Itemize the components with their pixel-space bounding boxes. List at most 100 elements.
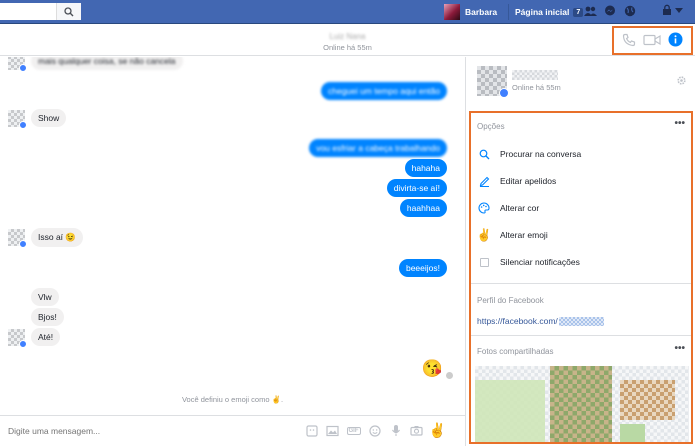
profile-url: https://facebook.com/ — [477, 316, 558, 326]
search-icon — [477, 147, 491, 161]
shared-photo[interactable] — [620, 380, 675, 420]
shared-photo[interactable] — [550, 366, 612, 442]
option-change-color[interactable]: Alterar cor — [477, 201, 539, 215]
profile-url-blurred — [558, 316, 604, 326]
lock-icon[interactable] — [662, 4, 672, 17]
smiley-icon — [368, 424, 381, 437]
sticker-icon — [305, 424, 318, 437]
search-icon — [64, 6, 74, 16]
globe-icon[interactable] — [623, 3, 637, 19]
message-emoji: 😘 — [421, 359, 443, 378]
home-link[interactable]: Página inicial 7 — [508, 4, 584, 20]
message-input[interactable] — [8, 426, 248, 436]
header-actions-highlight — [612, 26, 693, 55]
contact-name-blurred — [512, 70, 558, 80]
message-incoming: Show — [31, 109, 67, 127]
option-label: Editar apelidos — [500, 176, 557, 186]
phone-icon — [622, 33, 635, 46]
avatar — [8, 57, 27, 72]
settings-button[interactable] — [676, 75, 687, 88]
friend-requests-icon[interactable] — [583, 3, 597, 19]
message-outgoing: haahhaa — [399, 199, 447, 217]
video-call-button[interactable] — [643, 34, 661, 48]
list-item: beeeijos! — [398, 259, 447, 277]
list-item: mais qualquer coisa, se não cancela — [8, 57, 183, 72]
video-camera-icon — [643, 34, 661, 45]
message-outgoing: divirta-se aí! — [386, 179, 447, 197]
composer: GIF ✌ — [0, 415, 465, 446]
image-button[interactable] — [326, 423, 339, 438]
contact-status: Online há 55m — [323, 43, 372, 52]
list-item: Até! — [8, 328, 61, 348]
list-item: Vlw — [31, 288, 59, 306]
option-mute-notifications[interactable]: Silenciar notificações — [477, 255, 580, 269]
pencil-icon — [477, 174, 491, 188]
system-note: Você definiu o emoji como ✌️. — [181, 395, 284, 404]
search-box[interactable] — [0, 3, 81, 20]
gif-icon: GIF — [346, 426, 361, 435]
option-label: Silenciar notificações — [500, 257, 580, 267]
phone-call-button[interactable] — [622, 33, 636, 49]
gear-icon — [677, 76, 686, 85]
facebook-top-bar: Barbara Página inicial 7 — [0, 0, 695, 24]
sticker-button[interactable] — [305, 423, 318, 438]
photos-section-title: Fotos compartilhadas — [477, 347, 554, 356]
checkbox-icon[interactable] — [477, 255, 491, 269]
microphone-icon — [391, 425, 400, 436]
shared-photo[interactable] — [475, 380, 545, 442]
search-button[interactable] — [56, 3, 81, 20]
voice-button[interactable] — [389, 423, 402, 438]
profile-section-title: Perfil do Facebook — [477, 296, 544, 305]
message-outgoing: beeeijos! — [398, 259, 447, 277]
shared-photo[interactable] — [620, 424, 645, 442]
message-incoming: mais qualquer coisa, se não cancela — [31, 57, 183, 70]
option-search-conversation[interactable]: Procurar na conversa — [477, 147, 581, 161]
shared-photos-grid[interactable] — [475, 366, 689, 442]
list-item: haahhaa — [399, 199, 447, 217]
send-emoji-button[interactable]: ✌ — [429, 422, 446, 438]
list-item: Bjos! — [31, 308, 64, 326]
message-outgoing: cheguei um tempo aqui então — [321, 82, 447, 100]
message-incoming: Até! — [31, 328, 61, 346]
message-incoming: Vlw — [31, 288, 59, 306]
option-change-emoji[interactable]: ✌ Alterar emoji — [477, 228, 548, 242]
user-name: Barbara — [465, 7, 498, 17]
messenger-icon[interactable] — [603, 3, 617, 19]
option-edit-nicknames[interactable]: Editar apelidos — [477, 174, 556, 188]
camera-button[interactable] — [410, 423, 423, 438]
list-item: hahaha — [404, 159, 447, 177]
gif-button[interactable]: GIF — [346, 423, 361, 438]
victory-hand-icon: ✌ — [476, 228, 492, 242]
list-item: Isso aí 😉 — [8, 228, 83, 248]
message-incoming: Isso aí 😉 — [31, 228, 83, 247]
contact-summary: Online há 55m — [466, 57, 695, 105]
avatar — [8, 109, 27, 129]
avatar — [444, 4, 460, 20]
profile-link[interactable]: Barbara — [444, 4, 497, 20]
emoji-button[interactable] — [368, 423, 381, 438]
avatar — [8, 229, 27, 248]
message-list[interactable]: mais qualquer coisa, se não cancela cheg… — [0, 57, 465, 413]
home-label: Página inicial — [515, 7, 570, 17]
divider — [471, 335, 691, 336]
info-button[interactable] — [668, 32, 683, 49]
search-input[interactable] — [3, 3, 57, 20]
divider — [471, 283, 691, 284]
list-item: vou esfriar a cabeça trabalhando — [309, 139, 447, 157]
options-highlight: Opções ••• Procurar na conversa Editar a… — [469, 111, 693, 444]
camera-icon — [410, 426, 423, 436]
home-badge: 7 — [573, 7, 584, 17]
seen-indicator — [446, 371, 453, 379]
option-label: Procurar na conversa — [500, 149, 582, 159]
account-menu-icon[interactable] — [675, 6, 683, 16]
contact-name: Luiz Nana — [329, 32, 366, 41]
options-more-button[interactable]: ••• — [674, 118, 685, 129]
profile-link[interactable]: https://facebook.com/ — [477, 316, 604, 326]
options-title: Opções — [477, 122, 505, 131]
avatar — [8, 328, 27, 348]
message-outgoing: vou esfriar a cabeça trabalhando — [309, 139, 447, 157]
option-label: Alterar cor — [500, 203, 540, 213]
list-item: cheguei um tempo aqui então — [321, 82, 447, 100]
photos-more-button[interactable]: ••• — [674, 343, 685, 354]
message-incoming: Bjos! — [31, 308, 64, 326]
